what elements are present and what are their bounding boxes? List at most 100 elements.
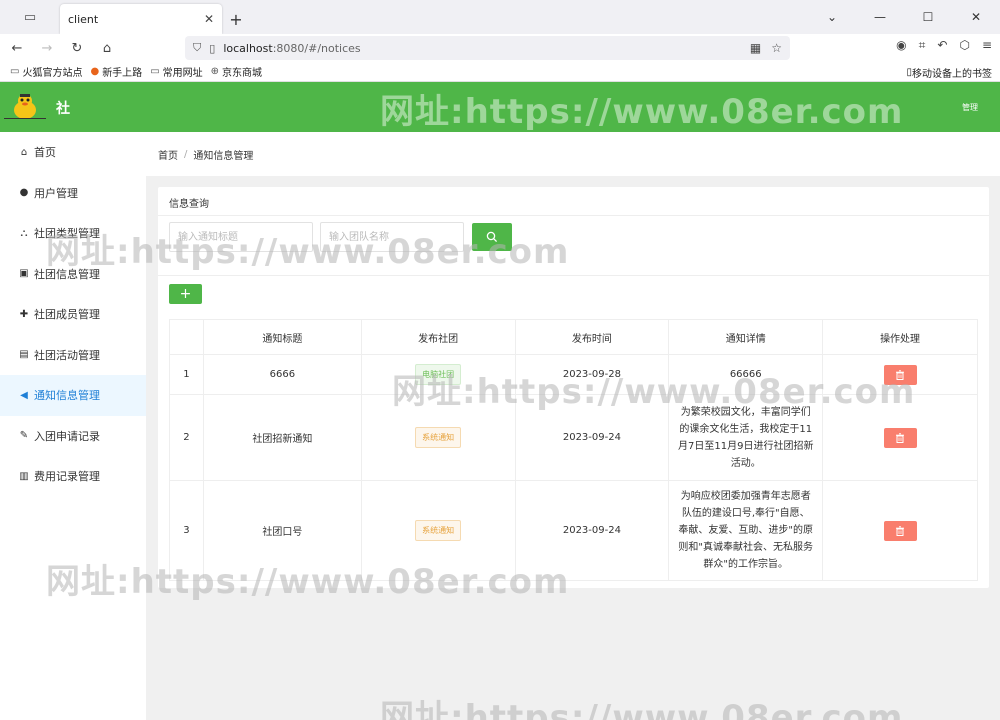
sidebar-item-label: 社团活动管理 — [34, 348, 100, 362]
column-header: 通知标题 — [202, 319, 362, 355]
breadcrumb-home[interactable]: 首页 — [158, 147, 178, 162]
sidebar-item[interactable]: ◀ 通知信息管理 — [0, 375, 146, 416]
bookmark-item[interactable]: ▭ 火狐官方站点 — [10, 64, 82, 79]
sitemap-icon: ⛬ — [20, 227, 28, 239]
star-icon[interactable]: ☆ — [771, 41, 782, 55]
bookmark-item[interactable]: ▭ 常用网址 — [150, 64, 202, 79]
browser-tab-bar: ▭ client ✕ + ⌄ — ☐ ✕ — [0, 0, 1000, 34]
bookmark-item[interactable]: ⊕ 京东商城 — [211, 64, 262, 79]
window-controls: ⌄ — ☐ ✕ — [808, 0, 1000, 34]
watermark-text: 网址:https://www.08er.com — [380, 92, 904, 132]
action-cell — [822, 480, 978, 581]
page-icon: ▯ — [209, 41, 216, 55]
sidebar-item[interactable]: ▤ 社团活动管理 — [0, 335, 146, 376]
delete-button[interactable] — [883, 520, 917, 541]
divider — [158, 275, 989, 276]
divider — [158, 215, 989, 216]
row-index: 2 — [169, 394, 204, 481]
breadcrumb: 首页 / 通知信息管理 — [146, 132, 1000, 176]
edit-icon: ✎ — [19, 430, 29, 442]
minimize-icon[interactable]: — — [856, 0, 904, 34]
maximize-icon[interactable]: ☐ — [904, 0, 952, 34]
trash-icon — [896, 525, 905, 536]
sidebar: ⌂ 首页 ● 用户管理 ⛬ 社团类型管理 ▣ 社团信息管理 ✚ 社团成员管理 ▤ 社团活动管理 ◀ 通知信… — [0, 132, 146, 720]
user-icon: ● — [19, 187, 29, 199]
folder-icon: ▭ — [10, 66, 20, 77]
mobile-bookmarks[interactable]: ▯ 移动设备上的书签 — [906, 65, 992, 80]
url-bar[interactable]: ⛉ ▯ localhost:8080/#/notices ▦ ☆ — [185, 36, 790, 60]
new-tab-button[interactable]: + — [222, 4, 250, 34]
home-page-icon[interactable]: ⌂ — [94, 36, 120, 60]
sidebar-item[interactable]: ✚ 社团成员管理 — [0, 294, 146, 335]
home-icon: ⌂ — [20, 146, 28, 158]
column-header: 通知详情 — [668, 319, 824, 355]
bar-chart-icon: ▥ — [19, 470, 29, 482]
logo-underline — [4, 118, 46, 119]
watermark-text: 网址:https://www.08er.com — [46, 562, 570, 602]
plus-icon: + — [179, 286, 192, 302]
forward-arrow-icon[interactable]: → — [34, 36, 60, 60]
sidebar-item-label: 通知信息管理 — [34, 389, 100, 403]
calendar-icon: ▤ — [19, 349, 29, 361]
trash-icon — [896, 432, 905, 443]
notice-table: 通知标题 发布社团 发布时间 通知详情 操作处理 1 6666 电脑社团 2023-0… — [169, 319, 978, 581]
table-header-row: 通知标题 发布社团 发布时间 通知详情 操作处理 — [169, 319, 978, 355]
bookmark-item[interactable]: ● 新手上路 — [90, 64, 142, 79]
account-icon[interactable]: ◉ — [896, 38, 906, 53]
extensions-icon[interactable]: ⬡ — [959, 38, 969, 53]
column-header: 发布时间 — [514, 319, 670, 355]
chevron-down-icon[interactable]: ⌄ — [808, 0, 856, 34]
delete-button[interactable] — [883, 427, 917, 448]
firefox-icon: ● — [90, 66, 100, 77]
undo-icon[interactable]: ↶ — [937, 38, 947, 53]
header-user-menu[interactable]: 管理 — [962, 102, 978, 113]
watermark-text: 网址:https://www.08er.com — [46, 232, 570, 272]
query-title: 信息查询 — [169, 199, 209, 210]
sidebar-item-label: 社团成员管理 — [34, 308, 100, 322]
sidebar-item[interactable]: ▥ 费用记录管理 — [0, 456, 146, 497]
bookmarks-bar: ▭ 火狐官方站点 ● 新手上路 ▭ 常用网址 ⊕ 京东商城 ▯ 移动设备上的书签 — [0, 62, 1000, 82]
tab-list-icon[interactable]: ▭ — [0, 0, 60, 34]
sidebar-item[interactable]: ⌂ 首页 — [0, 132, 146, 173]
watermark-text: 网址:https://www.08er.com — [380, 698, 904, 720]
column-header: 发布社团 — [360, 319, 516, 355]
notice-title: 6666 — [202, 354, 362, 395]
breadcrumb-current: 通知信息管理 — [193, 150, 254, 162]
sidebar-item[interactable]: ● 用户管理 — [0, 173, 146, 214]
menu-icon[interactable]: ≡ — [982, 38, 992, 53]
crop-icon[interactable]: ⌗ — [919, 38, 926, 53]
toolbar-icons: ◉ ⌗ ↶ ⬡ ≡ — [896, 38, 992, 53]
sidebar-item-label: 用户管理 — [34, 186, 78, 200]
sidebar-item-label: 费用记录管理 — [34, 470, 100, 484]
duck-logo-icon — [14, 94, 36, 119]
globe-icon: ⊕ — [210, 66, 220, 77]
id-card-icon: ▣ — [19, 268, 29, 280]
breadcrumb-separator: / — [184, 148, 188, 160]
sidebar-item[interactable]: ✎ 入团申请记录 — [0, 416, 146, 457]
browser-nav-bar: ← → ↻ ⌂ ⛉ ▯ localhost:8080/#/notices ▦ ☆… — [0, 34, 1000, 62]
browser-tab[interactable]: client ✕ — [60, 4, 222, 34]
club-badge: 系统通知 — [415, 427, 462, 448]
column-header — [169, 319, 204, 355]
column-header: 操作处理 — [822, 319, 978, 355]
close-window-icon[interactable]: ✕ — [952, 0, 1000, 34]
row-index: 1 — [169, 354, 204, 395]
watermark-text: 网址:https://www.08er.com — [392, 372, 916, 412]
user-plus-icon: ✚ — [19, 308, 29, 320]
sidebar-item-label: 入团申请记录 — [34, 429, 100, 443]
sidebar-item-label: 首页 — [34, 146, 56, 160]
bullhorn-icon: ◀ — [20, 389, 28, 401]
tab-close-icon[interactable]: ✕ — [204, 12, 214, 26]
folder-icon: ▭ — [150, 66, 160, 77]
add-notice-button[interactable]: + — [169, 284, 202, 304]
reload-icon[interactable]: ↻ — [64, 36, 90, 60]
qr-code-icon[interactable]: ▦ — [750, 41, 761, 55]
url-text: localhost:8080/#/notices — [223, 41, 361, 55]
club-badge: 系统通知 — [415, 520, 462, 541]
tab-title: client — [68, 12, 99, 26]
notice-title: 社团招新通知 — [202, 394, 362, 481]
app-title: 社 — [56, 101, 70, 117]
shield-icon: ⛉ — [193, 41, 202, 54]
notice-detail: 为响应校团委加强青年志愿者队伍的建设口号,奉行"自愿、奉献、友爱、互助、进步"的… — [668, 480, 824, 581]
back-arrow-icon[interactable]: ← — [4, 36, 30, 60]
